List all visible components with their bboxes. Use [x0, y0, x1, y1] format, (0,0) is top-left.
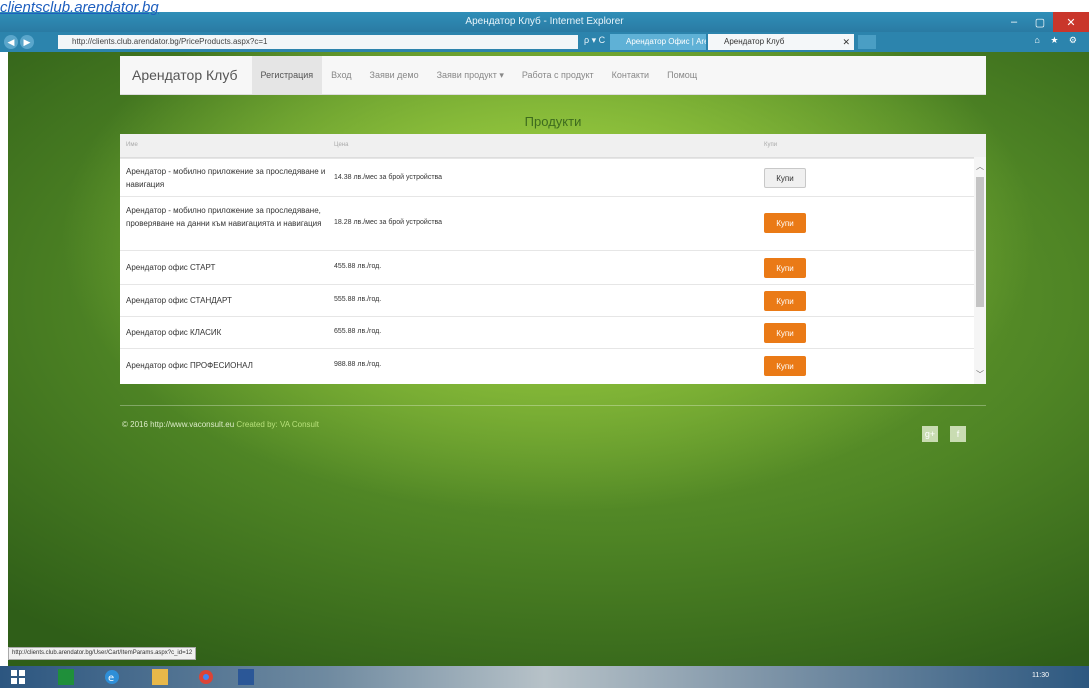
buy-button[interactable]: Купи: [764, 356, 806, 376]
buy-button[interactable]: Купи: [764, 258, 806, 278]
product-price: 455.88 лв./год.: [334, 263, 382, 270]
table-row: Арендатор - мобилно приложение за просле…: [120, 158, 986, 196]
close-button[interactable]: ✕: [1053, 12, 1089, 32]
facebook-icon[interactable]: f: [950, 426, 966, 442]
table-row: Арендатор офис КЛАСИК 655.88 лв./год. Ку…: [120, 316, 986, 348]
forward-icon[interactable]: ▶: [20, 35, 34, 49]
chevron-down-icon[interactable]: ﹀: [974, 369, 986, 380]
footer-copyright: © 2016 http://www.vaconsult.eu: [122, 420, 235, 429]
product-price: 18.28 лв./мес за брой устройства: [334, 219, 443, 226]
nav-request-product[interactable]: Заяви продукт ▾: [428, 56, 513, 94]
product-name: Арендатор офис СТАНДАРТ: [126, 296, 232, 305]
nav-help[interactable]: Помощ: [658, 56, 706, 94]
tab-label: Арендатор Клуб: [724, 37, 785, 46]
header-price: Цена: [334, 142, 349, 148]
nav-work-with-product[interactable]: Работа с продукт: [513, 56, 603, 94]
product-price: 555.88 лв./год.: [334, 296, 382, 303]
window-title: Арендатор Клуб - Internet Explorer: [465, 16, 624, 27]
header-name: Име: [126, 142, 138, 148]
address-bar: ◀ ▶ http://clients.club.arendator.bg/Pri…: [0, 32, 1089, 52]
svg-text:e: e: [108, 673, 114, 684]
product-price: 988.88 лв./год.: [334, 361, 382, 368]
chevron-up-icon[interactable]: ︿: [974, 161, 986, 172]
back-icon[interactable]: ◀: [4, 35, 18, 49]
new-tab-button[interactable]: [858, 35, 876, 49]
maximize-button[interactable]: ▢: [1027, 12, 1053, 32]
product-name: Арендатор офис КЛАСИК: [126, 328, 222, 337]
chrome-icon[interactable]: [198, 669, 214, 685]
footer-text: © 2016 http://www.vaconsult.eu Created b…: [122, 420, 319, 429]
tab-close-icon[interactable]: ✕: [842, 34, 850, 50]
table-scrollbar[interactable]: ︿ ﹀: [974, 157, 986, 384]
windows-start-icon[interactable]: [10, 669, 26, 685]
table-row: Арендатор офис ПРОФЕСИОНАЛ 988.88 лв./го…: [120, 348, 986, 384]
brand-link[interactable]: Арендатор Клуб: [120, 67, 252, 83]
product-price: 655.88 лв./год.: [334, 328, 382, 335]
word-icon[interactable]: [238, 669, 254, 685]
browser-tab-office[interactable]: Арендатор Офис | Arendat...: [610, 34, 706, 50]
url-input[interactable]: http://clients.club.arendator.bg/PricePr…: [58, 35, 578, 49]
scrollbar-thumb[interactable]: [976, 177, 984, 307]
minimize-button[interactable]: –: [1001, 12, 1027, 32]
folder-icon[interactable]: [152, 669, 168, 685]
footer-divider: [120, 405, 986, 406]
buy-button[interactable]: Купи: [764, 168, 806, 188]
nav-request-demo[interactable]: Заяви демо: [361, 56, 428, 94]
buy-button[interactable]: Купи: [764, 213, 806, 233]
clock[interactable]: 11:30: [1032, 672, 1049, 679]
buy-button[interactable]: Купи: [764, 323, 806, 343]
app-icon[interactable]: [58, 669, 74, 685]
ie-icon[interactable]: e: [104, 669, 120, 685]
nav-login[interactable]: Вход: [322, 56, 360, 94]
page-viewport: Арендатор Клуб Регистрация Вход Заяви де…: [8, 52, 1089, 666]
product-name: Арендатор - мобилно приложение за просле…: [126, 206, 322, 228]
nav-register[interactable]: Регистрация: [251, 56, 323, 94]
header-buy: Купи: [764, 142, 778, 148]
status-bar: http://clients.club.arendator.bg/User/Ca…: [8, 647, 197, 660]
browser-tab-club[interactable]: Арендатор Клуб ✕: [708, 34, 854, 50]
search-refresh-icons[interactable]: ρ ▾ C: [584, 35, 605, 46]
google-plus-icon[interactable]: g+: [922, 426, 938, 442]
products-table: Име Цена Купи Арендатор - мобилно прилож…: [120, 134, 986, 384]
buy-button[interactable]: Купи: [764, 291, 806, 311]
product-name: Арендатор офис СТАРТ: [126, 263, 216, 272]
product-name: Арендатор офис ПРОФЕСИОНАЛ: [126, 361, 253, 370]
table-row: Арендатор - мобилно приложение за просле…: [120, 196, 986, 250]
table-row: Арендатор офис СТАРТ 455.88 лв./год. Куп…: [120, 250, 986, 284]
top-link[interactable]: clientsclub.arendator.bg: [0, 0, 360, 16]
nav-contacts[interactable]: Контакти: [603, 56, 658, 94]
footer-credit-link[interactable]: Created by: VA Consult: [236, 420, 319, 429]
table-row: Арендатор офис СТАНДАРТ 555.88 лв./год. …: [120, 284, 986, 316]
page-title: Продукти: [524, 114, 582, 129]
browser-tools-icons[interactable]: ⌂ ★ ⚙: [1034, 35, 1081, 46]
table-header: Име Цена Купи: [120, 134, 986, 158]
taskbar: e 11:30: [0, 666, 1089, 688]
site-navbar: Арендатор Клуб Регистрация Вход Заяви де…: [120, 56, 986, 95]
product-price: 14.38 лв./мес за брой устройства: [334, 174, 443, 181]
product-name: Арендатор - мобилно приложение за просле…: [126, 167, 326, 189]
